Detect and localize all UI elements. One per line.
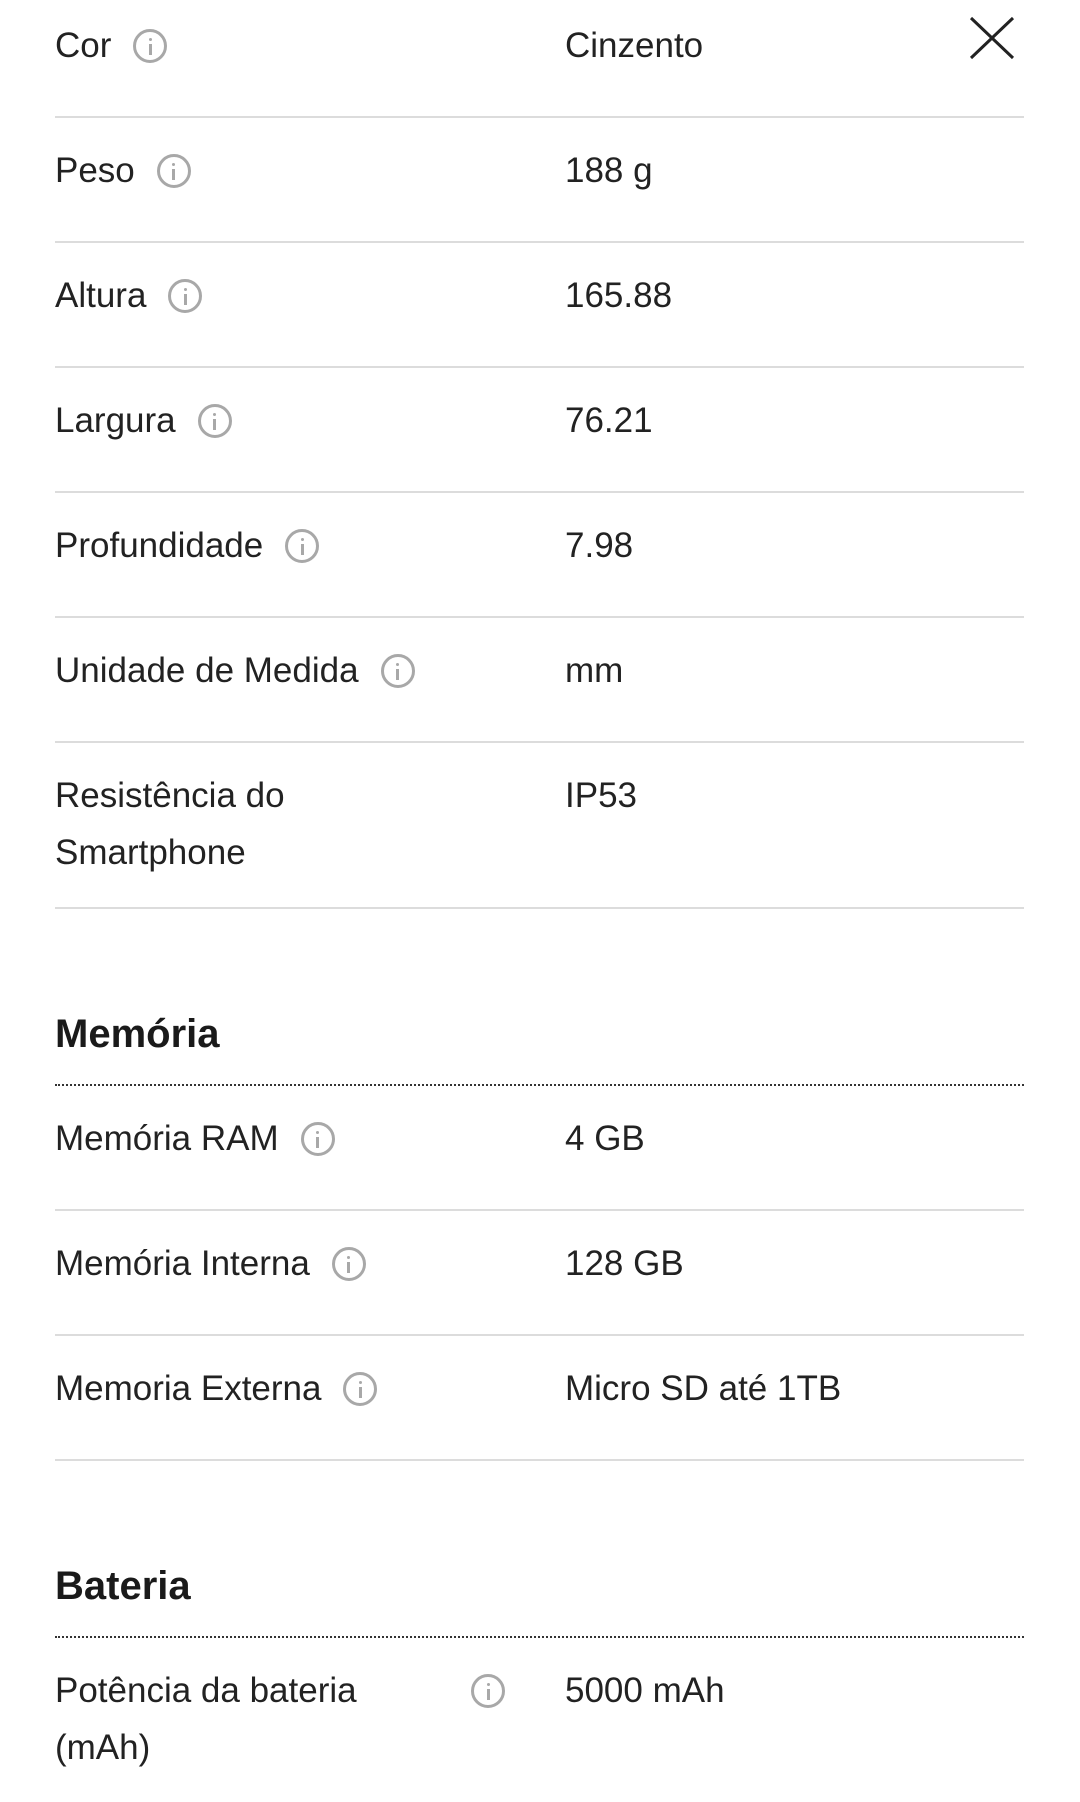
close-button[interactable]: [969, 16, 1015, 60]
spec-value: 5000 mAh: [565, 1671, 725, 1710]
info-icon[interactable]: [471, 1674, 505, 1708]
spec-label: Potência da bateria (mAh): [55, 1671, 357, 1767]
spec-row-depth: Profundidade 7.98: [55, 493, 1024, 618]
info-icon[interactable]: [156, 154, 191, 188]
info-icon[interactable]: [133, 29, 168, 63]
spec-row-internal-memory: Memória Interna 128 GB: [55, 1211, 1024, 1336]
spec-row-battery-capacity: Potência da bateria (mAh) 5000 mAh: [55, 1638, 1024, 1802]
spec-value: 165.88: [565, 276, 673, 315]
spec-row-width: Largura 76.21: [55, 368, 1024, 493]
spec-value: IP53: [565, 776, 637, 815]
info-icon[interactable]: [168, 279, 203, 313]
spec-label: Profundidade: [55, 526, 264, 565]
spec-row-color: Cor Cinzento: [55, 0, 1024, 118]
spec-row-external-memory: Memoria Externa Micro SD até 1TB: [55, 1336, 1024, 1461]
spec-label: Memoria Externa: [55, 1369, 322, 1408]
spec-panel: Cor Cinzento Peso 188 g Altura 165.88 La…: [55, 0, 1024, 1802]
battery-section: Bateria Potência da bateria (mAh) 5000 m…: [55, 1461, 1024, 1802]
spec-value: Cinzento: [565, 26, 704, 65]
spec-row-height: Altura 165.88: [55, 243, 1024, 368]
section-title: Bateria: [55, 1561, 1024, 1638]
close-icon: [969, 16, 1015, 60]
memory-section: Memória Memória RAM 4 GB Memória Interna…: [55, 909, 1024, 1461]
spec-value: 128 GB: [565, 1244, 684, 1283]
spec-label: Altura: [55, 276, 147, 315]
spec-label: Resistência do Smartphone: [55, 776, 285, 872]
info-icon[interactable]: [380, 654, 415, 688]
info-icon[interactable]: [331, 1247, 366, 1281]
spec-label: Largura: [55, 401, 176, 440]
section-title: Memória: [55, 1009, 1024, 1086]
info-icon[interactable]: [197, 404, 232, 438]
spec-row-resistance: Resistência do Smartphone IP53: [55, 743, 1024, 909]
spec-value: 7.98: [565, 526, 634, 565]
spec-value: 4 GB: [565, 1119, 645, 1158]
spec-row-weight: Peso 188 g: [55, 118, 1024, 243]
info-icon[interactable]: [300, 1122, 335, 1156]
info-icon[interactable]: [343, 1372, 378, 1406]
spec-row-ram: Memória RAM 4 GB: [55, 1086, 1024, 1211]
spec-value: mm: [565, 651, 624, 690]
spec-value: Micro SD até 1TB: [565, 1369, 842, 1408]
spec-row-unit: Unidade de Medida mm: [55, 618, 1024, 743]
spec-value: 76.21: [565, 401, 653, 440]
info-icon[interactable]: [285, 529, 320, 563]
spec-label: Cor: [55, 26, 112, 65]
spec-label: Unidade de Medida: [55, 651, 359, 690]
spec-value: 188 g: [565, 151, 653, 190]
spec-label: Memória Interna: [55, 1244, 310, 1283]
spec-label: Peso: [55, 151, 135, 190]
spec-label: Memória RAM: [55, 1119, 279, 1158]
